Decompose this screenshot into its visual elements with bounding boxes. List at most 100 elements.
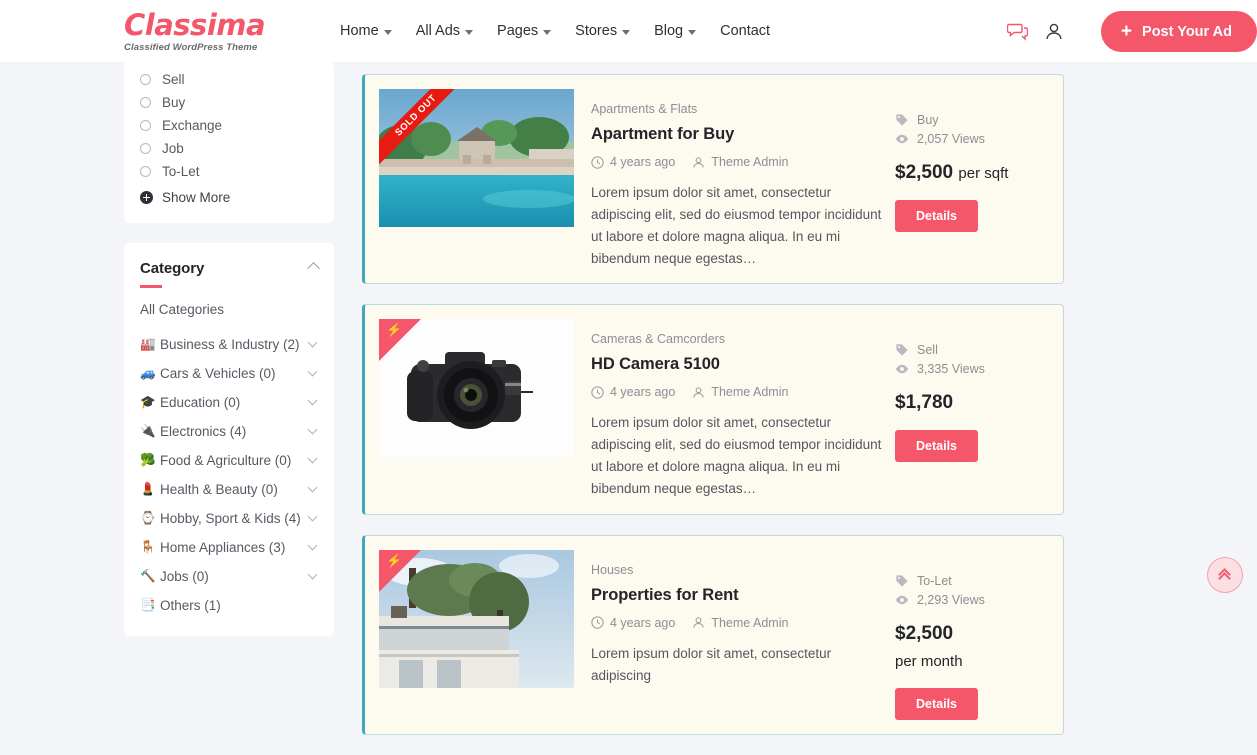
listing-card[interactable]: SOLD OUT Apartments & Flats Apartment fo… bbox=[362, 74, 1064, 284]
category-label: Education (0) bbox=[160, 395, 309, 410]
nav-item-home[interactable]: Home bbox=[340, 23, 392, 39]
nav-item-contact[interactable]: Contact bbox=[720, 23, 770, 39]
radio-option-sell[interactable]: Sell bbox=[140, 68, 318, 91]
tag-icon bbox=[895, 574, 909, 588]
listing-time: 4 years ago bbox=[591, 616, 675, 630]
radio-circle-icon bbox=[140, 166, 151, 177]
chevron-down-icon[interactable] bbox=[308, 395, 318, 405]
listing-thumbnail[interactable]: SOLD OUT bbox=[379, 89, 574, 227]
radio-option-to-let[interactable]: To-Let bbox=[140, 160, 318, 183]
category-item-education[interactable]: 🎓 Education (0) bbox=[140, 388, 318, 417]
listing-description: Lorem ipsum dolor sit amet, consectetur … bbox=[591, 182, 889, 269]
listing-ad-type: To-Let bbox=[895, 574, 1049, 588]
category-label: Food & Agriculture (0) bbox=[160, 453, 309, 468]
listing-author: Theme Admin bbox=[692, 616, 788, 630]
listing-title[interactable]: Properties for Rent bbox=[591, 586, 889, 605]
radio-option-job[interactable]: Job bbox=[140, 137, 318, 160]
user-icon bbox=[692, 156, 705, 169]
chevron-down-icon[interactable] bbox=[308, 453, 318, 463]
category-item-others[interactable]: 📑 Others (1) bbox=[140, 591, 318, 620]
details-button[interactable]: Details bbox=[895, 430, 978, 462]
listing-category[interactable]: Apartments & Flats bbox=[591, 102, 889, 116]
category-item-electronics[interactable]: 🔌 Electronics (4) bbox=[140, 417, 318, 446]
category-filter-panel: Category All Categories 🏭 Business & Ind… bbox=[124, 243, 334, 636]
chevron-down-icon[interactable] bbox=[308, 366, 318, 376]
listing-time: 4 years ago bbox=[591, 155, 675, 169]
time-label: 4 years ago bbox=[610, 616, 675, 630]
category-item-health-beauty[interactable]: 💄 Health & Beauty (0) bbox=[140, 475, 318, 504]
panel-title: Category bbox=[140, 260, 204, 277]
listing-time: 4 years ago bbox=[591, 385, 675, 399]
details-button[interactable]: Details bbox=[895, 688, 978, 720]
clock-icon bbox=[591, 616, 604, 629]
ad-type-filter-panel: Sell Buy Exchange Job To-Let Show More bbox=[124, 62, 334, 223]
listing-price: $2,500 per month bbox=[895, 620, 1049, 675]
radio-label: To-Let bbox=[162, 164, 200, 179]
category-item-hobby-sport-kids[interactable]: ⌚ Hobby, Sport & Kids (4) bbox=[140, 504, 318, 533]
radio-label: Exchange bbox=[162, 118, 222, 133]
category-label: Health & Beauty (0) bbox=[160, 482, 309, 497]
user-account-icon[interactable] bbox=[1045, 22, 1063, 41]
clock-icon bbox=[591, 156, 604, 169]
views-label: 2,293 Views bbox=[917, 593, 985, 607]
category-item-food-agriculture[interactable]: 🥦 Food & Agriculture (0) bbox=[140, 446, 318, 475]
category-item-cars-vehicles[interactable]: 🚙 Cars & Vehicles (0) bbox=[140, 359, 318, 388]
chevron-down-icon[interactable] bbox=[308, 337, 318, 347]
price-value: $2,500 bbox=[895, 162, 953, 183]
category-panel-header[interactable]: Category bbox=[140, 260, 318, 277]
chevron-down-icon[interactable] bbox=[308, 569, 318, 579]
category-label: Business & Industry (2) bbox=[160, 337, 309, 352]
listing-title[interactable]: Apartment for Buy bbox=[591, 125, 889, 144]
listing-meta: 4 years ago Theme Admin bbox=[591, 616, 889, 630]
listing-views: 3,335 Views bbox=[895, 362, 1049, 376]
car-icon: 🚙 bbox=[140, 366, 160, 381]
show-more-button[interactable]: Show More bbox=[140, 186, 318, 209]
main-navigation: Home All Ads Pages Stores Blog Contact bbox=[340, 0, 770, 62]
chevron-down-icon[interactable] bbox=[308, 424, 318, 434]
nav-label: Stores bbox=[575, 23, 617, 39]
logo-tagline: Classified WordPress Theme bbox=[124, 42, 324, 53]
category-item-home-appliances[interactable]: 🪑 Home Appliances (3) bbox=[140, 533, 318, 562]
listing-category[interactable]: Houses bbox=[591, 563, 889, 577]
nav-item-all-ads[interactable]: All Ads bbox=[416, 23, 473, 39]
chevron-down-icon[interactable] bbox=[308, 540, 318, 550]
chevron-down-icon[interactable] bbox=[308, 511, 318, 521]
listing-title[interactable]: HD Camera 5100 bbox=[591, 355, 889, 374]
show-more-label: Show More bbox=[162, 190, 230, 205]
price-value: $1,780 bbox=[895, 392, 953, 413]
category-label: Electronics (4) bbox=[160, 424, 309, 439]
clock-icon bbox=[591, 386, 604, 399]
site-logo[interactable]: Classima Classified WordPress Theme bbox=[124, 11, 324, 53]
listing-aside: Buy 2,057 Views $2,500 per sqft Details bbox=[889, 89, 1049, 269]
time-label: 4 years ago bbox=[610, 385, 675, 399]
radio-option-exchange[interactable]: Exchange bbox=[140, 114, 318, 137]
category-item-all[interactable]: All Categories bbox=[140, 302, 318, 317]
listing-card[interactable]: ⚡ Cameras & Camcorders HD Camera 5100 4 … bbox=[362, 304, 1064, 514]
category-item-jobs[interactable]: 🔨 Jobs (0) bbox=[140, 562, 318, 591]
listing-thumbnail[interactable]: ⚡ bbox=[379, 319, 574, 457]
chevron-down-icon[interactable] bbox=[308, 482, 318, 492]
chevron-down-icon bbox=[465, 30, 473, 35]
nav-item-blog[interactable]: Blog bbox=[654, 23, 696, 39]
radio-option-buy[interactable]: Buy bbox=[140, 91, 318, 114]
listing-card[interactable]: ⚡ Houses Properties for Rent 4 years ago bbox=[362, 535, 1064, 735]
listing-author: Theme Admin bbox=[692, 385, 788, 399]
post-your-ad-button[interactable]: + Post Your Ad bbox=[1101, 11, 1257, 52]
category-item-business-industry[interactable]: 🏭 Business & Industry (2) bbox=[140, 330, 318, 359]
listing-views: 2,057 Views bbox=[895, 132, 1049, 146]
scroll-to-top-button[interactable] bbox=[1207, 557, 1243, 593]
logo-brand-name: Classima bbox=[124, 11, 324, 40]
listing-aside: To-Let 2,293 Views $2,500 per month Deta… bbox=[889, 550, 1049, 720]
double-chevron-up-icon bbox=[1219, 569, 1231, 582]
details-button[interactable]: Details bbox=[895, 200, 978, 232]
filters-sidebar: Sell Buy Exchange Job To-Let Show More C… bbox=[124, 62, 334, 656]
chevron-up-icon[interactable] bbox=[307, 262, 320, 275]
nav-item-pages[interactable]: Pages bbox=[497, 23, 551, 39]
factory-icon: 🏭 bbox=[140, 337, 160, 352]
nav-item-stores[interactable]: Stores bbox=[575, 23, 630, 39]
listing-category[interactable]: Cameras & Camcorders bbox=[591, 332, 889, 346]
listing-price: $1,780 bbox=[895, 389, 1049, 417]
chat-bubbles-icon[interactable] bbox=[1007, 22, 1028, 41]
listing-thumbnail[interactable]: ⚡ bbox=[379, 550, 574, 688]
listing-ad-type: Buy bbox=[895, 113, 1049, 127]
